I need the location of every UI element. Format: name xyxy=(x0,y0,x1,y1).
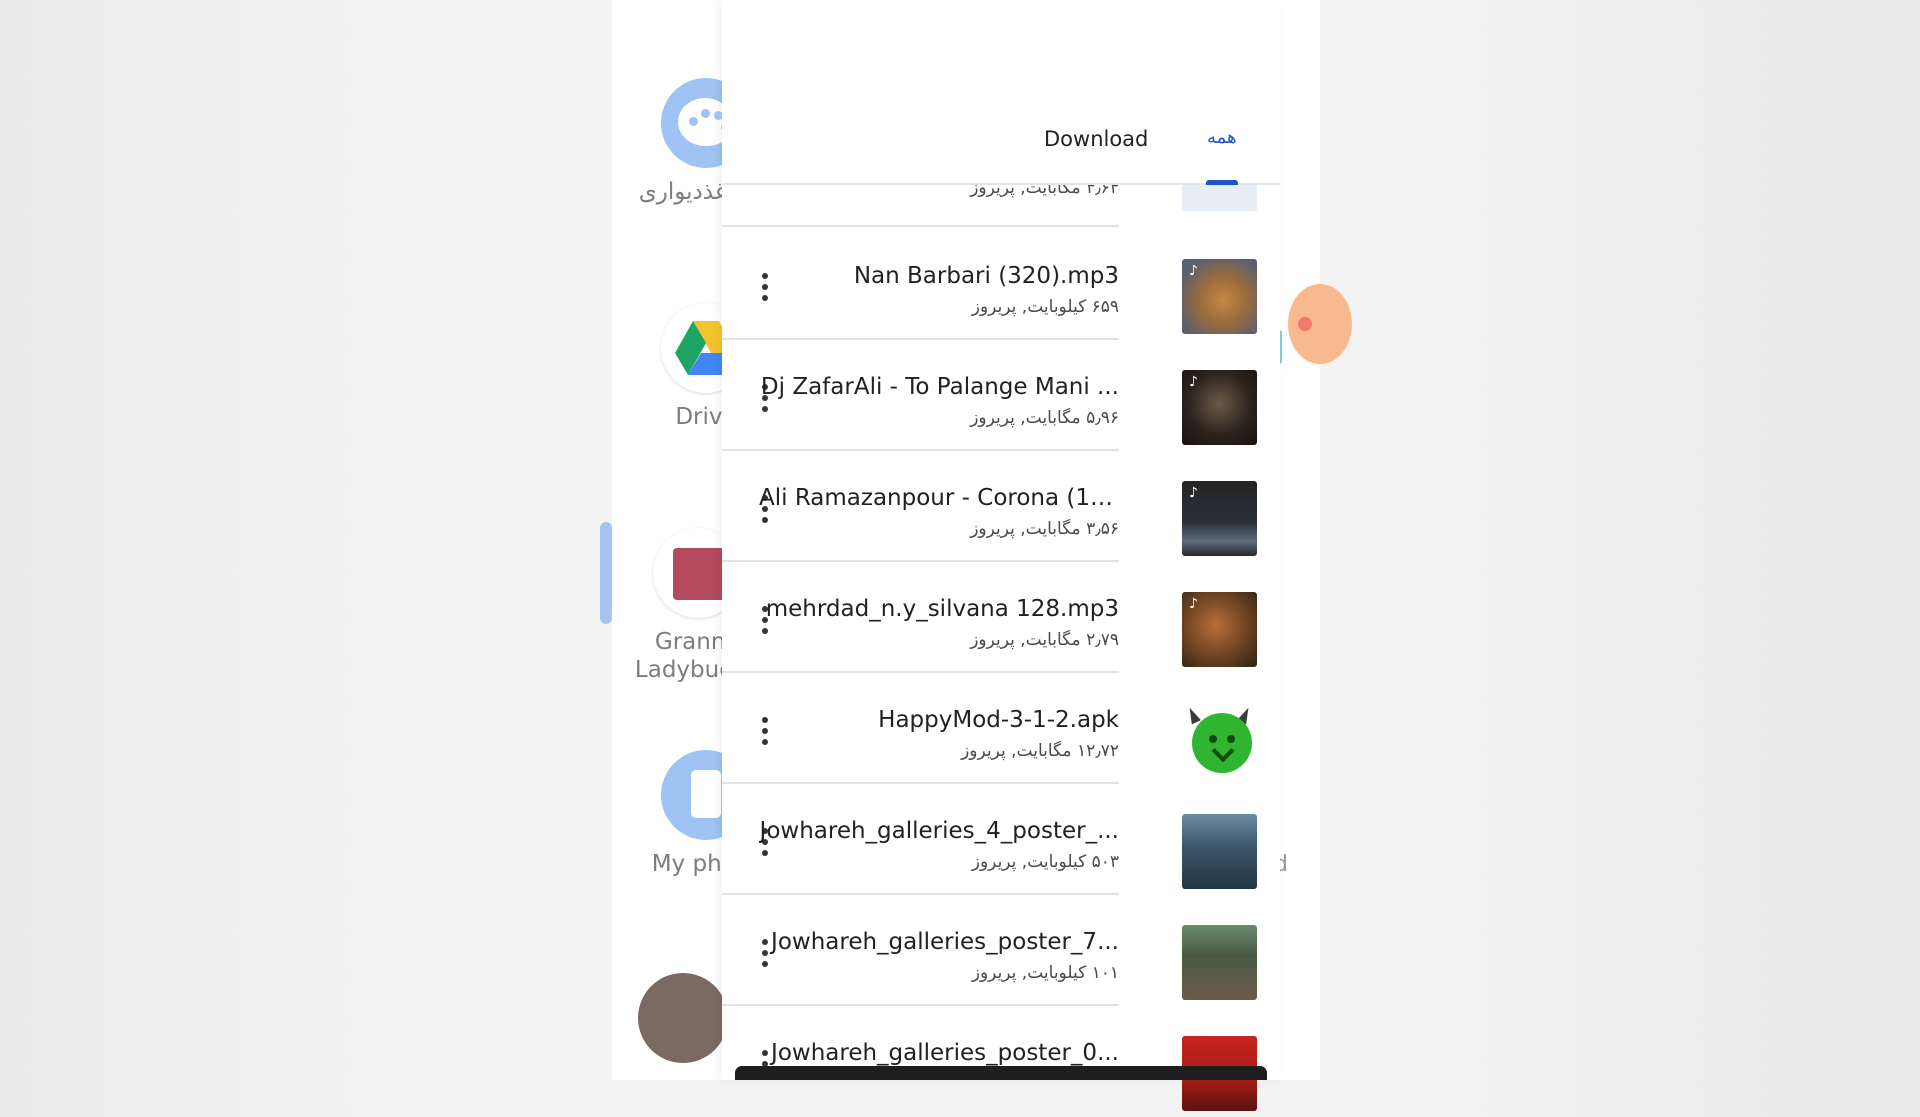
file-thumbnail: ♪ xyxy=(1182,592,1257,667)
file-meta: ۶۵۹ کیلوبایت, پریروز xyxy=(971,297,1119,317)
file-thumbnail xyxy=(1182,814,1257,889)
list-item[interactable]: mehrdad_n.y_silvana 128.mp3 ۲٫۷۹ مگابایت… xyxy=(722,562,1280,673)
file-meta: ۱۰۱ کیلوبایت, پریروز xyxy=(971,963,1119,983)
file-name: Dj ZafarAli - To Palange Mani ... xyxy=(760,374,1119,400)
file-name: HappyMod-3-1-2.apk xyxy=(878,707,1119,733)
list-item[interactable]: Jowhareh_galleries_poster_0... xyxy=(722,1006,1280,1117)
music-note-icon: ♪ xyxy=(1189,263,1198,279)
list-item[interactable]: Dj ZafarAli - To Palange Mani ... ۵٫۹۶ م… xyxy=(722,340,1280,451)
file-thumbnail xyxy=(1182,925,1257,1000)
file-meta: ۱۲٫۷۲ مگابایت, پریروز xyxy=(961,741,1119,761)
launcher-app-avatar[interactable] xyxy=(638,973,728,1073)
music-note-icon: ♪ xyxy=(1189,485,1198,501)
happymod-icon xyxy=(1182,703,1257,778)
row-divider xyxy=(722,225,1119,227)
music-note-icon: ♪ xyxy=(1189,374,1198,390)
tab-all[interactable]: همه xyxy=(1207,127,1237,148)
file-meta: ۳٫۵۶ مگابایت, پریروز xyxy=(970,519,1119,539)
file-name: Ali Ramazanpour - Corona (12... xyxy=(759,485,1119,511)
file-meta: ۵۰۳ کیلوبایت, پریروز xyxy=(971,852,1119,872)
file-name: Jowhareh_galleries_poster_0... xyxy=(771,1040,1119,1066)
file-meta: ۵٫۹۶ مگابایت, پریروز xyxy=(970,408,1119,428)
picker-tabs: Download همه xyxy=(722,105,1280,185)
list-item[interactable]: HappyMod-3-1-2.apk ۱۲٫۷۲ مگابایت, پریروز xyxy=(722,673,1280,784)
navigation-bar xyxy=(735,1066,1267,1080)
list-item[interactable]: Nan Barbari (320).mp3 ۶۵۹ کیلوبایت, پریر… xyxy=(722,229,1280,340)
list-item[interactable]: Jowhareh_galleries_poster_7... ۱۰۱ کیلوب… xyxy=(722,895,1280,1006)
list-item[interactable]: Ali Ramazanpour - Corona (12... ۳٫۵۶ مگا… xyxy=(722,451,1280,562)
file-thumbnail: ♪ xyxy=(1182,370,1257,445)
edge-scroll-handle[interactable] xyxy=(600,522,612,624)
file-thumbnail: ♪ xyxy=(1182,259,1257,334)
file-name: Nan Barbari (320).mp3 xyxy=(853,263,1119,289)
avatar xyxy=(638,973,728,1063)
list-item[interactable]: Jowhareh_galleries_4_poster_... ۵۰۳ کیلو… xyxy=(722,784,1280,895)
file-name: mehrdad_n.y_silvana 128.mp3 xyxy=(765,596,1119,622)
music-note-icon: ♪ xyxy=(1189,596,1198,612)
record-dot-icon xyxy=(1298,317,1312,331)
tab-download[interactable]: Download xyxy=(1044,127,1148,151)
tab-indicator xyxy=(1206,180,1238,185)
file-name: Jowhareh_galleries_4_poster_... xyxy=(759,818,1119,844)
file-meta: ۲٫۷۹ مگابایت, پریروز xyxy=(970,630,1119,650)
file-name: Jowhareh_galleries_poster_7... xyxy=(771,929,1119,955)
file-picker-sheet: Download همه ۴٫۶۴ مگابایت, پریروز Nan Ba… xyxy=(722,0,1280,1111)
file-thumbnail: ♪ xyxy=(1182,481,1257,556)
